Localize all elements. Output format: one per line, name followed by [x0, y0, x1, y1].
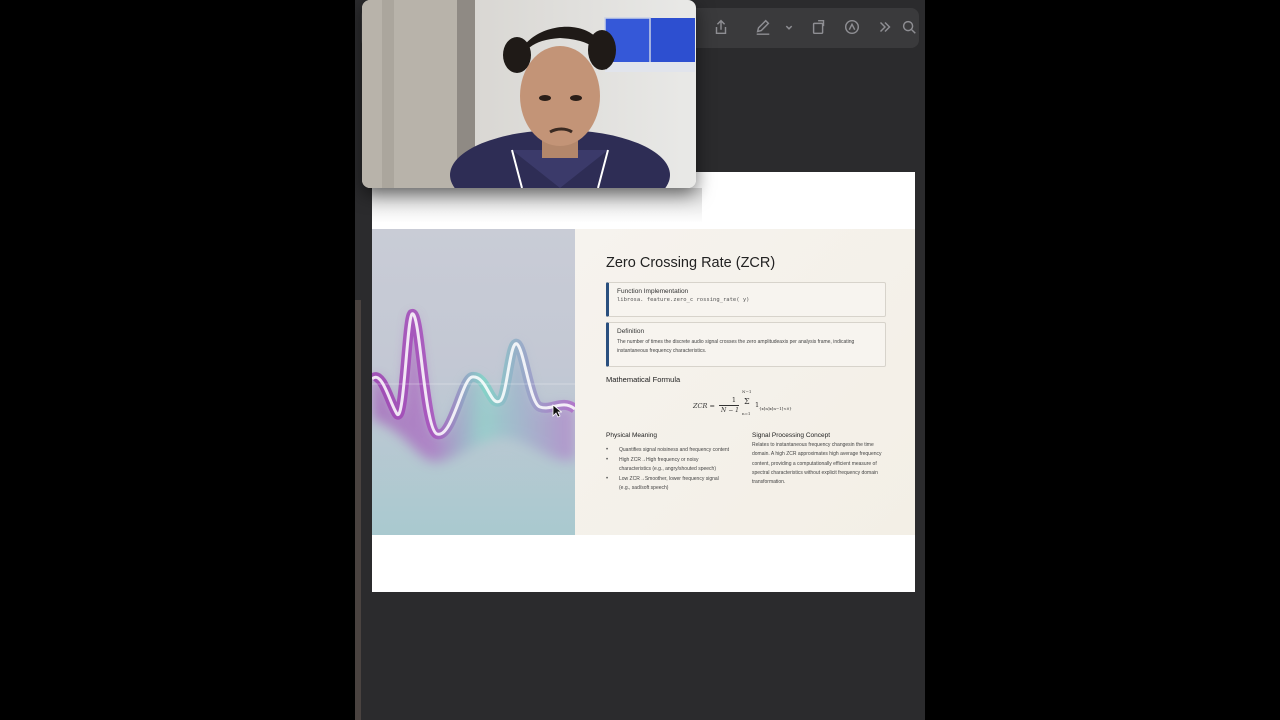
sum-upper: N−1	[742, 389, 752, 394]
formula-lhs: ZCR =	[693, 402, 715, 410]
webcam-overlay	[362, 0, 696, 188]
function-label: Function Implementation	[617, 288, 689, 295]
chevron-down-icon[interactable]	[779, 18, 799, 38]
search-icon[interactable]	[899, 18, 919, 38]
rotate-icon[interactable]	[809, 18, 829, 38]
sum-symbol: Σ	[744, 397, 750, 406]
zcr-info-panel: Zero Crossing Rate (ZCR) Function Implem…	[575, 229, 915, 535]
slide-title: Zero Crossing Rate (ZCR)	[606, 255, 776, 271]
page-shadow	[372, 188, 702, 223]
waveform-artwork	[372, 229, 575, 535]
ipad-screen: Zero Crossing Rate (ZCR) Function Implem…	[355, 0, 925, 720]
list-item: • Quantifies signal noisiness and frequen…	[606, 447, 730, 453]
pen-icon[interactable]	[753, 18, 773, 38]
more-icon[interactable]	[875, 18, 895, 38]
signal-concept-text: Relates to instantaneous frequency chang…	[752, 442, 882, 486]
fraction-bar	[719, 405, 739, 406]
definition-text: The number of times the discrete audio s…	[617, 339, 855, 354]
function-implementation-card: Function Implementation librosa. feature…	[606, 282, 886, 317]
slide-content: Zero Crossing Rate (ZCR) Function Implem…	[372, 229, 915, 535]
physical-meaning-heading: Physical Meaning	[606, 432, 657, 439]
screen-edge	[355, 300, 361, 720]
zcr-formula: ZCR = 1 N − 1 N−1 Σ n=1 1 {x[n]x[n−1]<0}	[693, 389, 803, 422]
mouse-cursor-icon	[552, 404, 562, 418]
physical-meaning-list: • Quantifies signal noisiness and frequen…	[606, 446, 731, 494]
function-code: librosa. feature.zero_c rossing_rate( y)	[617, 297, 750, 303]
formula-heading: Mathematical Formula	[606, 375, 681, 384]
list-item: • Low ZCR→Smoother, lower frequency signa…	[606, 476, 719, 491]
sum-lower: n=1	[742, 411, 751, 416]
list-item: • High ZCR→High frequency or noisy charac…	[606, 457, 716, 472]
signal-concept-heading: Signal Processing Concept	[752, 432, 831, 439]
formula-denominator: N − 1	[721, 407, 739, 414]
indicator-subscript: {x[n]x[n−1]<0}	[759, 406, 792, 411]
formula-numerator: 1	[731, 396, 737, 404]
share-icon[interactable]	[711, 18, 731, 38]
markup-icon[interactable]	[842, 18, 862, 38]
definition-label: Definition	[617, 328, 645, 335]
definition-card: Definition The number of times the discr…	[606, 322, 886, 367]
